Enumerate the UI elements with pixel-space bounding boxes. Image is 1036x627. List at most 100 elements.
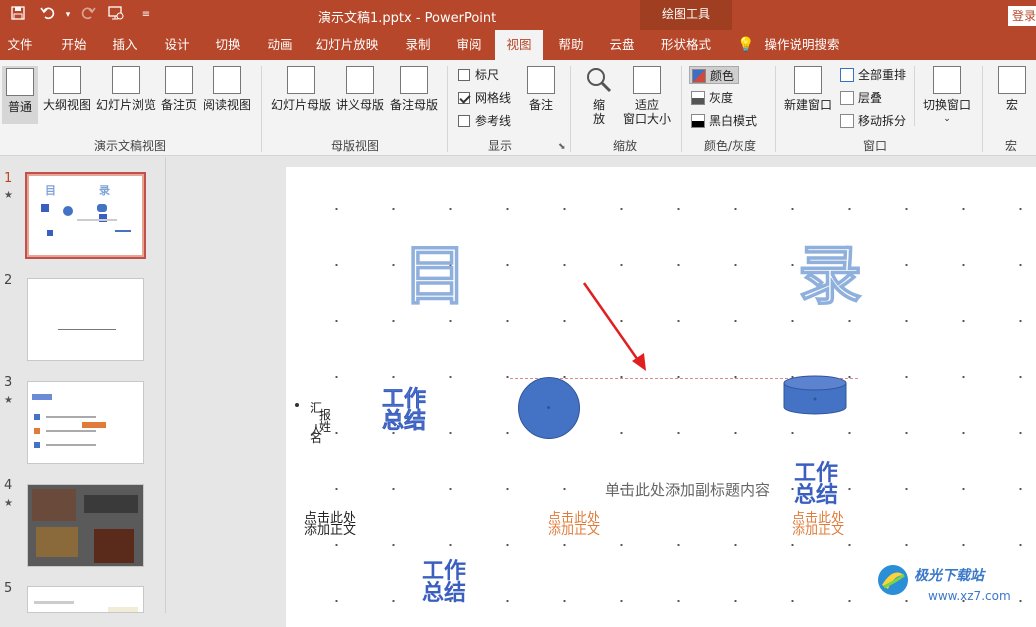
- animation-star-icon: ★: [4, 190, 13, 201]
- dialog-launcher-icon[interactable]: ⬊: [558, 142, 566, 152]
- title-char-1[interactable]: 目: [402, 225, 468, 317]
- guides-check-icon: [458, 115, 470, 127]
- arrange-all-button[interactable]: 全部重排: [840, 66, 906, 84]
- wordart-work-summary-3[interactable]: 工作 总结: [418, 561, 470, 605]
- reading-view-button[interactable]: 阅读视图: [202, 66, 252, 112]
- presenter-name-vertical-text[interactable]: 汇 报 人 姓 名: [310, 402, 331, 458]
- new-window-button[interactable]: 新建窗口: [782, 66, 834, 112]
- thumb-cylinder: [97, 204, 107, 212]
- notes-page-button[interactable]: 备注页: [160, 66, 198, 112]
- group-label-macros: 宏: [1004, 139, 1017, 153]
- title-char-2[interactable]: 录: [797, 225, 863, 317]
- notes-master-icon: [400, 66, 428, 94]
- arrange-all-icon: [840, 68, 854, 82]
- wordart-work-summary-2[interactable]: 工作 总结: [790, 463, 842, 507]
- slide-thumbnail-1[interactable]: 目 录: [25, 172, 146, 259]
- ribbon-tabs: 文件 开始 插入 设计 切换 动画 幻灯片放映 录制 审阅 视图 帮助 云盘 形…: [0, 30, 1036, 60]
- slide-sorter-button[interactable]: 幻灯片浏览: [95, 66, 157, 112]
- tab-transitions[interactable]: 切换: [208, 30, 248, 60]
- handout-master-button[interactable]: 讲义母版: [334, 66, 386, 112]
- thumb-line: [34, 601, 74, 604]
- thumb-bullet: [34, 442, 40, 448]
- undo-icon[interactable]: [38, 5, 58, 25]
- fit-to-window-icon: [633, 66, 661, 94]
- tab-view[interactable]: 视图: [495, 30, 543, 60]
- color-button[interactable]: 颜色: [689, 66, 740, 84]
- body-placeholder-1[interactable]: 点击此处 添加正文: [304, 512, 356, 537]
- switch-windows-icon: [933, 66, 961, 94]
- circle-shape[interactable]: [518, 377, 580, 439]
- move-split-button[interactable]: 移动拆分: [840, 112, 906, 130]
- thumb-line: [115, 230, 131, 232]
- tab-design[interactable]: 设计: [157, 30, 197, 60]
- slide-thumbnail-5[interactable]: [27, 586, 144, 613]
- divider: [447, 66, 448, 152]
- slide-thumbnail-4[interactable]: [27, 484, 144, 567]
- cascade-icon: [840, 91, 854, 105]
- thumb-title-2: 录: [99, 184, 110, 197]
- slide-thumbnail-3[interactable]: [27, 381, 144, 464]
- reading-view-icon: [213, 66, 241, 94]
- notes-button[interactable]: 备注: [524, 66, 558, 112]
- body-placeholder-3[interactable]: 点击此处 添加正文: [792, 512, 844, 537]
- save-icon[interactable]: [8, 5, 28, 25]
- thumb-circle: [63, 206, 73, 216]
- wordart-work-summary-1[interactable]: 工作 总结: [378, 388, 430, 433]
- cylinder-shape[interactable]: [783, 375, 847, 415]
- chevron-down-icon: ⌄: [943, 114, 951, 124]
- slide-master-button[interactable]: 幻灯片母版: [270, 66, 332, 112]
- slide-thumbnails-pane: 1 ★ 目 录 2 3 ★ 4 ★ 5: [0, 157, 166, 613]
- black-white-swatch-icon: [691, 114, 705, 128]
- ruler-checkbox[interactable]: 标尺: [458, 66, 499, 84]
- fit-to-window-button[interactable]: 适应 窗口大小: [620, 66, 674, 126]
- thumb-line: [58, 329, 116, 330]
- outline-view-button[interactable]: 大纲视图: [42, 66, 92, 112]
- gridlines-checkbox[interactable]: 网格线: [458, 89, 511, 107]
- divider: [261, 66, 262, 152]
- move-split-icon: [840, 114, 854, 128]
- tab-slideshow[interactable]: 幻灯片放映: [312, 30, 382, 60]
- body-placeholder-2[interactable]: 点击此处 添加正文: [548, 512, 600, 537]
- group-label-presentation-views: 演示文稿视图: [93, 139, 166, 153]
- grayscale-button[interactable]: 灰度: [691, 89, 733, 107]
- zoom-button[interactable]: 缩 放: [582, 66, 616, 126]
- login-button[interactable]: 登录: [1008, 6, 1036, 26]
- undo-dropdown-icon[interactable]: ▾: [58, 5, 78, 25]
- tell-me-search[interactable]: 操作说明搜索: [762, 30, 842, 60]
- normal-view-button[interactable]: 普通: [2, 66, 38, 124]
- outline-view-icon: [53, 66, 81, 94]
- black-white-button[interactable]: 黑白模式: [691, 112, 757, 130]
- notes-page-icon: [165, 66, 193, 94]
- watermark-logo: 极光下载站 www.xz7.com: [868, 555, 1036, 613]
- tab-shape-format[interactable]: 形状格式: [654, 30, 718, 60]
- tab-cloud[interactable]: 云盘: [602, 30, 642, 60]
- tab-file[interactable]: 文件: [0, 30, 40, 60]
- subtitle-placeholder[interactable]: 单击此处添加副标题内容: [605, 479, 770, 500]
- document-title: 演示文稿1.pptx - PowerPoint: [318, 11, 497, 26]
- divider: [914, 66, 915, 126]
- customize-qat-icon[interactable]: ≡: [136, 5, 156, 25]
- tab-record[interactable]: 录制: [398, 30, 438, 60]
- slide-thumbnail-2[interactable]: [27, 278, 144, 361]
- tab-animations[interactable]: 动画: [260, 30, 300, 60]
- thumb-title: [32, 394, 52, 400]
- shape-center-dot: [547, 406, 550, 409]
- tab-help[interactable]: 帮助: [551, 30, 591, 60]
- present-from-start-icon[interactable]: [106, 5, 126, 25]
- switch-windows-button[interactable]: 切换窗口 ⌄: [920, 66, 974, 126]
- watermark-logo-icon: [878, 565, 908, 595]
- macros-button[interactable]: 宏: [992, 66, 1032, 112]
- tab-home[interactable]: 开始: [54, 30, 94, 60]
- slide-number: 3: [4, 375, 13, 390]
- cascade-button[interactable]: 层叠: [840, 89, 882, 107]
- notes-master-button[interactable]: 备注母版: [388, 66, 440, 112]
- tab-insert[interactable]: 插入: [105, 30, 145, 60]
- thumb-title-1: 目: [45, 184, 56, 197]
- tab-review[interactable]: 审阅: [449, 30, 489, 60]
- divider: [982, 66, 983, 152]
- guides-checkbox[interactable]: 参考线: [458, 112, 511, 130]
- redo-icon[interactable]: [78, 5, 98, 25]
- thumb-line: [46, 430, 96, 432]
- divider: [775, 66, 776, 152]
- group-label-master-views: 母版视图: [330, 139, 379, 153]
